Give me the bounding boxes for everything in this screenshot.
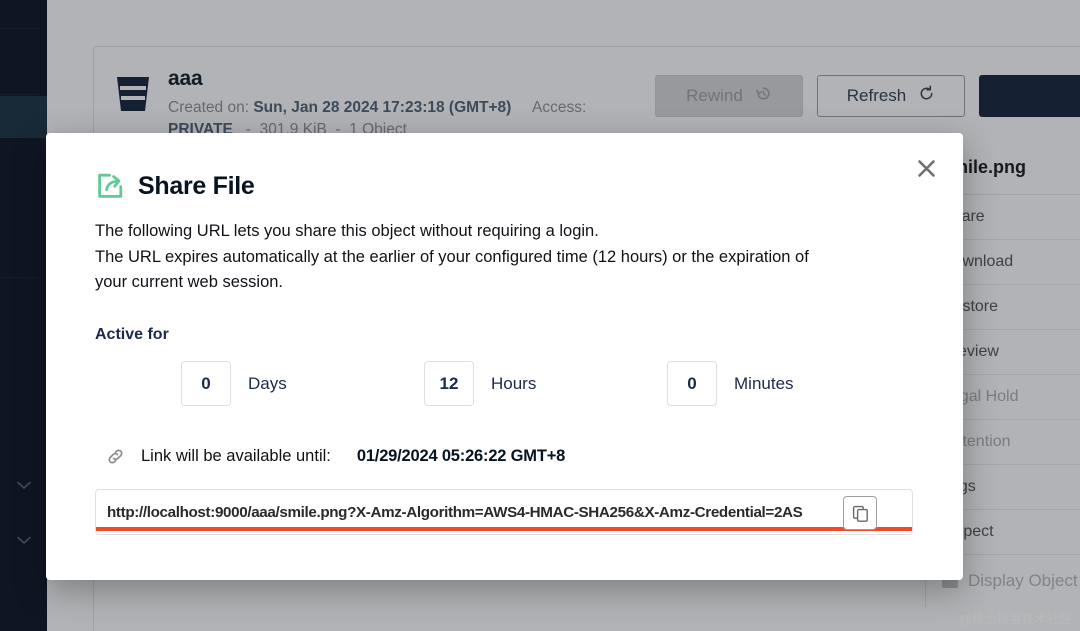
hours-unit-label: Hours	[491, 373, 537, 393]
dialog-header: Share File	[95, 171, 913, 201]
link-expiry-row: Link will be available until: 01/29/2024…	[95, 447, 913, 466]
share-file-dialog: Share File The following URL lets you sh…	[46, 133, 963, 580]
close-icon[interactable]	[911, 153, 941, 183]
refresh-button[interactable]: Refresh	[817, 75, 965, 117]
rewind-clock-icon	[755, 85, 772, 107]
dialog-title: Share File	[138, 171, 255, 200]
access-label: Access:	[532, 99, 587, 116]
watermark: @稀土掘金技术社区	[959, 612, 1072, 626]
bucket-info: aaa Created on: Sun, Jan 28 2024 17:23:1…	[168, 65, 655, 142]
hours-input[interactable]: 12	[424, 361, 474, 407]
refresh-label: Refresh	[846, 86, 907, 105]
bucket-name: aaa	[168, 67, 203, 90]
modal-overlay-sidebar	[0, 0, 47, 631]
rewind-label: Rewind	[686, 86, 743, 105]
link-expiry-value: 01/29/2024 05:26:22 GMT+8	[356, 447, 566, 466]
bucket-actions: Rewind Refresh	[655, 65, 1080, 117]
duration-minutes-group: 0 Minutes	[667, 361, 910, 407]
minutes-unit-label: Minutes	[734, 373, 794, 393]
display-object-versions-label: Display Object Versions	[968, 571, 1080, 590]
primary-action-button[interactable]	[979, 75, 1080, 117]
refresh-icon	[918, 85, 935, 107]
dialog-description: The following URL lets you share this ob…	[95, 219, 913, 296]
share-file-body: Share File The following URL lets you sh…	[46, 133, 963, 536]
description-line-1: The following URL lets you share this ob…	[95, 222, 599, 240]
link-icon	[106, 447, 125, 466]
days-unit-label: Days	[248, 373, 287, 393]
copy-icon[interactable]	[843, 496, 877, 531]
created-value: Sun, Jan 28 2024 17:23:18 (GMT+8)	[253, 99, 512, 116]
created-label: Created on:	[168, 99, 249, 116]
url-highlight-underline	[96, 527, 912, 532]
active-for-label: Active for	[95, 326, 169, 344]
days-input[interactable]: 0	[181, 361, 231, 407]
minutes-input[interactable]: 0	[667, 361, 717, 407]
description-line-3: your current web session.	[95, 273, 284, 292]
duration-inputs: 0 Days 12 Hours 0 Minutes	[95, 361, 913, 407]
bucket-icon	[114, 73, 152, 113]
link-expiry-label: Link will be available until:	[141, 447, 331, 466]
share-url-field[interactable]: http://localhost:9000/aaa/smile.png?X-Am…	[95, 489, 913, 536]
screen: aaa Created on: Sun, Jan 28 2024 17:23:1…	[0, 0, 1080, 631]
duration-hours-group: 12 Hours	[424, 361, 667, 407]
rewind-button[interactable]: Rewind	[655, 75, 803, 117]
share-external-icon	[95, 171, 125, 201]
description-line-2: The URL expires automatically at the ear…	[95, 247, 809, 266]
duration-days-group: 0 Days	[181, 361, 424, 407]
